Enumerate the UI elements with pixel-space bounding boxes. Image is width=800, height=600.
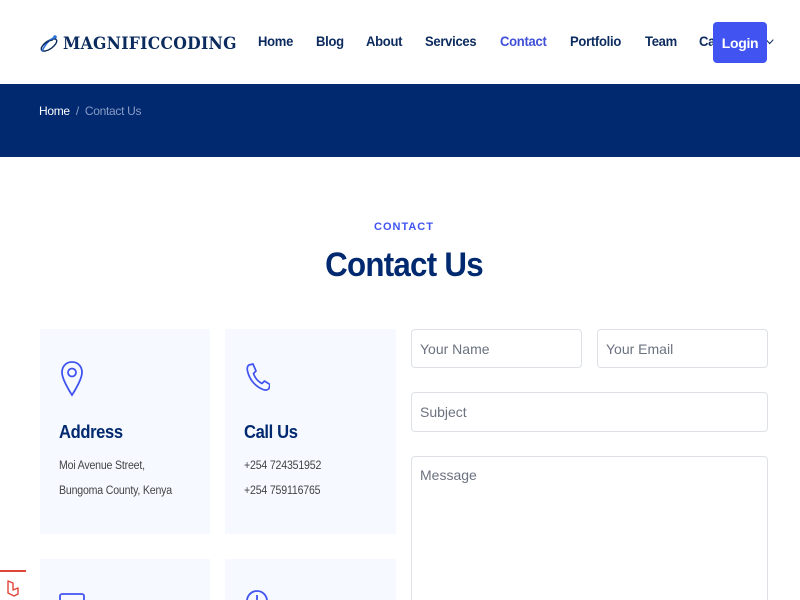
address-title: Address <box>59 422 123 442</box>
breadcrumb-banner <box>0 84 800 157</box>
section-label: CONTACT <box>374 221 434 233</box>
nav-about[interactable]: About <box>366 33 402 49</box>
address-card: Address Moi Avenue Street, Bungoma Count… <box>40 329 210 534</box>
breadcrumb-current: Contact Us <box>84 104 142 118</box>
subject-input[interactable] <box>411 392 768 432</box>
call-title: Call Us <box>244 422 298 442</box>
nav-services[interactable]: Services <box>425 33 477 49</box>
envelope-icon <box>59 593 85 600</box>
clock-icon <box>246 590 268 600</box>
hours-card <box>225 559 396 600</box>
breadcrumb-separator: / <box>75 104 79 118</box>
nav-contact[interactable]: Contact <box>500 33 547 49</box>
brand-logo[interactable]: MAGNIFICCODING <box>38 30 252 58</box>
brand-name: MAGNIFICCODING <box>63 34 237 54</box>
email-card <box>40 559 210 600</box>
call-card: Call Us +254 724351952 +254 759116765 <box>225 329 396 534</box>
nav-blog[interactable]: Blog <box>316 33 344 49</box>
site-header: MAGNIFICCODING Home Blog About Services … <box>0 0 800 84</box>
email-input[interactable] <box>597 329 768 368</box>
logo-mark-icon <box>40 35 58 52</box>
phone-number-2[interactable]: +254 759116765 <box>244 485 321 497</box>
breadcrumb: Home / Contact Us <box>39 104 142 118</box>
breadcrumb-home-link[interactable]: Home <box>39 104 70 118</box>
chevron-down-icon <box>766 35 774 45</box>
nav-home[interactable]: Home <box>258 33 293 49</box>
debugbar-badge[interactable] <box>0 570 26 600</box>
map-pin-icon <box>61 361 83 397</box>
page-title: Contact Us <box>325 246 483 284</box>
message-textarea[interactable] <box>411 456 768 600</box>
address-line-2: Bungoma County, Kenya <box>59 485 172 497</box>
phone-number-1[interactable]: +254 724351952 <box>244 460 321 472</box>
address-line-1: Moi Avenue Street, <box>59 460 145 472</box>
laravel-logo-icon <box>7 580 19 597</box>
nav-team[interactable]: Team <box>645 33 677 49</box>
login-button[interactable]: Login <box>713 22 767 63</box>
phone-icon <box>246 363 270 391</box>
name-input[interactable] <box>411 329 582 368</box>
nav-portfolio[interactable]: Portfolio <box>570 33 621 49</box>
